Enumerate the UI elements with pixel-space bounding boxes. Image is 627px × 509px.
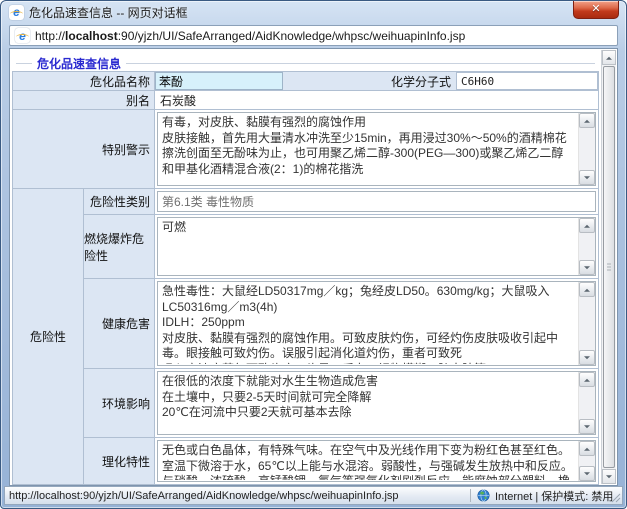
url-protocol: http:// — [35, 29, 65, 43]
health-label: 健康危害 — [84, 279, 154, 368]
warning-scrollbar[interactable] — [578, 113, 595, 185]
page-scrollbar-thumb[interactable] — [603, 66, 615, 468]
properties-label: 理化特性 — [84, 438, 154, 484]
scroll-down-button[interactable] — [579, 350, 595, 365]
arrow-down-icon — [584, 266, 590, 272]
warning-text: 有毒，对皮肤、黏膜有强烈的腐蚀作用 皮肤接触，首先用大量清水冲洗至少15min，… — [162, 115, 573, 184]
security-zone-label: Internet | 保护模式: 禁用 — [495, 488, 613, 504]
status-url: http://localhost:90/yjzh/UI/SafeArranged… — [9, 490, 464, 502]
status-separator — [470, 489, 471, 502]
combustion-scrollbar[interactable] — [578, 218, 595, 275]
environment-text: 在很低的浓度下就能对水生生物造成危害 在土壤中，只要2-5天时间就可完全降解 2… — [162, 374, 573, 433]
warning-label: 特别警示 — [13, 110, 154, 188]
arrow-down-icon — [584, 176, 590, 182]
health-textarea[interactable]: 急性毒性：大鼠经LD50317mg／kg；兔经皮LD50。630mg/kg；大鼠… — [157, 281, 596, 366]
formula-label: 化学分子式 — [283, 72, 456, 90]
scroll-down-button[interactable] — [579, 419, 595, 434]
internet-globe-icon — [477, 489, 490, 502]
title-bar[interactable]: e 危化品速查信息 -- 网页对话框 ✕ — [1, 1, 626, 23]
chemical-name-input[interactable]: 苯酚 — [155, 72, 283, 90]
form-legend: 危化品速查信息 — [32, 55, 126, 72]
arrow-up-icon — [606, 53, 612, 59]
arrow-up-icon — [584, 375, 590, 381]
arrow-down-icon — [584, 356, 590, 362]
ie-page-icon: e — [15, 28, 30, 43]
warning-cell: 有毒，对皮肤、黏膜有强烈的腐蚀作用 皮肤接触，首先用大量清水冲洗至少15min，… — [155, 110, 598, 188]
formula-input[interactable]: C6H60 — [456, 72, 598, 90]
combustion-textarea[interactable]: 可燃 — [157, 217, 596, 276]
page-scroll-up-button[interactable] — [602, 50, 616, 65]
dialog-window: e 危化品速查信息 -- 网页对话框 ✕ e http://localhost:… — [0, 0, 627, 509]
environment-cell: 在很低的浓度下就能对水生生物造成危害 在土壤中，只要2-5天时间就可完全降解 2… — [155, 369, 598, 437]
combustion-label: 燃烧爆炸危险性 — [84, 215, 154, 278]
ie-logo-icon: e — [9, 5, 24, 20]
name-row-value: 苯酚 化学分子式 C6H60 — [155, 72, 598, 90]
status-bar: http://localhost:90/yjzh/UI/SafeArranged… — [4, 486, 623, 505]
scroll-up-button[interactable] — [579, 218, 595, 233]
combustion-cell: 可燃 — [155, 215, 598, 278]
chemical-info-table: 危化品名称 苯酚 化学分子式 C6H60 别名 石炭酸 特别警示 有毒，对皮肤、… — [12, 71, 599, 485]
alias-label: 别名 — [13, 91, 154, 109]
scroll-up-button[interactable] — [579, 113, 595, 128]
scroll-up-button[interactable] — [579, 282, 595, 297]
scroll-down-button[interactable] — [579, 170, 595, 185]
arrow-down-icon — [584, 425, 590, 431]
address-url: http://localhost:90/yjzh/UI/SafeArranged… — [35, 29, 465, 43]
arrow-down-icon — [606, 475, 612, 481]
combustion-text: 可燃 — [162, 220, 573, 274]
page-scroll-down-button[interactable] — [602, 469, 616, 484]
close-button[interactable]: ✕ — [573, 1, 619, 19]
url-path: :90/yjzh/UI/SafeArranged/AidKnowledge/wh… — [118, 29, 466, 43]
alias-value: 石炭酸 — [155, 91, 598, 109]
fieldset-border: 危化品速查信息 — [16, 63, 595, 64]
scroll-up-button[interactable] — [579, 372, 595, 387]
scrollbar-grip-icon — [607, 264, 611, 271]
properties-text: 无色或白色晶体，有特殊气味。在空气中及光线作用下变为粉红色甚至红色。室温下微溶于… — [162, 443, 573, 480]
environment-label: 环境影响 — [84, 369, 154, 437]
window-title: 危化品速查信息 -- 网页对话框 — [29, 4, 188, 21]
scroll-down-button[interactable] — [579, 466, 595, 481]
environment-textarea[interactable]: 在很低的浓度下就能对水生生物造成危害 在土壤中，只要2-5天时间就可完全降解 2… — [157, 371, 596, 435]
arrow-up-icon — [584, 285, 590, 291]
warning-textarea[interactable]: 有毒，对皮肤、黏膜有强烈的腐蚀作用 皮肤接触，首先用大量清水冲洗至少15min，… — [157, 112, 596, 186]
close-icon: ✕ — [591, 4, 600, 15]
properties-textarea[interactable]: 无色或白色晶体，有特殊气味。在空气中及光线作用下变为粉红色甚至红色。室温下微溶于… — [157, 440, 596, 482]
health-cell: 急性毒性：大鼠经LD50317mg／kg；兔经皮LD50。630mg/kg；大鼠… — [155, 279, 598, 368]
page-scrollbar[interactable] — [601, 50, 616, 484]
health-scrollbar[interactable] — [578, 282, 595, 365]
dialog-content: 危化品速查信息 危化品名称 苯酚 化学分子式 C6H60 别名 石炭酸 特别警示… — [9, 48, 618, 486]
hazard-class-input[interactable]: 第6.1类 毒性物质 — [157, 191, 596, 212]
arrow-up-icon — [584, 221, 590, 227]
properties-scrollbar[interactable] — [578, 441, 595, 481]
arrow-up-icon — [584, 444, 590, 450]
resize-grip-icon[interactable] — [609, 491, 621, 503]
address-bar: e http://localhost:90/yjzh/UI/SafeArrang… — [9, 25, 618, 46]
arrow-down-icon — [584, 472, 590, 478]
hazard-group-label: 危险性 — [13, 189, 83, 484]
scroll-up-button[interactable] — [579, 441, 595, 456]
arrow-up-icon — [584, 116, 590, 122]
hazard-class-label: 危险性类别 — [84, 189, 154, 214]
environment-scrollbar[interactable] — [578, 372, 595, 434]
scroll-down-button[interactable] — [579, 260, 595, 275]
url-host: localhost — [65, 29, 118, 43]
name-label: 危化品名称 — [13, 72, 154, 90]
health-text: 急性毒性：大鼠经LD50317mg／kg；兔经皮LD50。630mg/kg；大鼠… — [162, 284, 573, 364]
properties-cell: 无色或白色晶体，有特殊气味。在空气中及光线作用下变为粉红色甚至红色。室温下微溶于… — [155, 438, 598, 484]
hazard-class-cell: 第6.1类 毒性物质 — [155, 189, 598, 214]
